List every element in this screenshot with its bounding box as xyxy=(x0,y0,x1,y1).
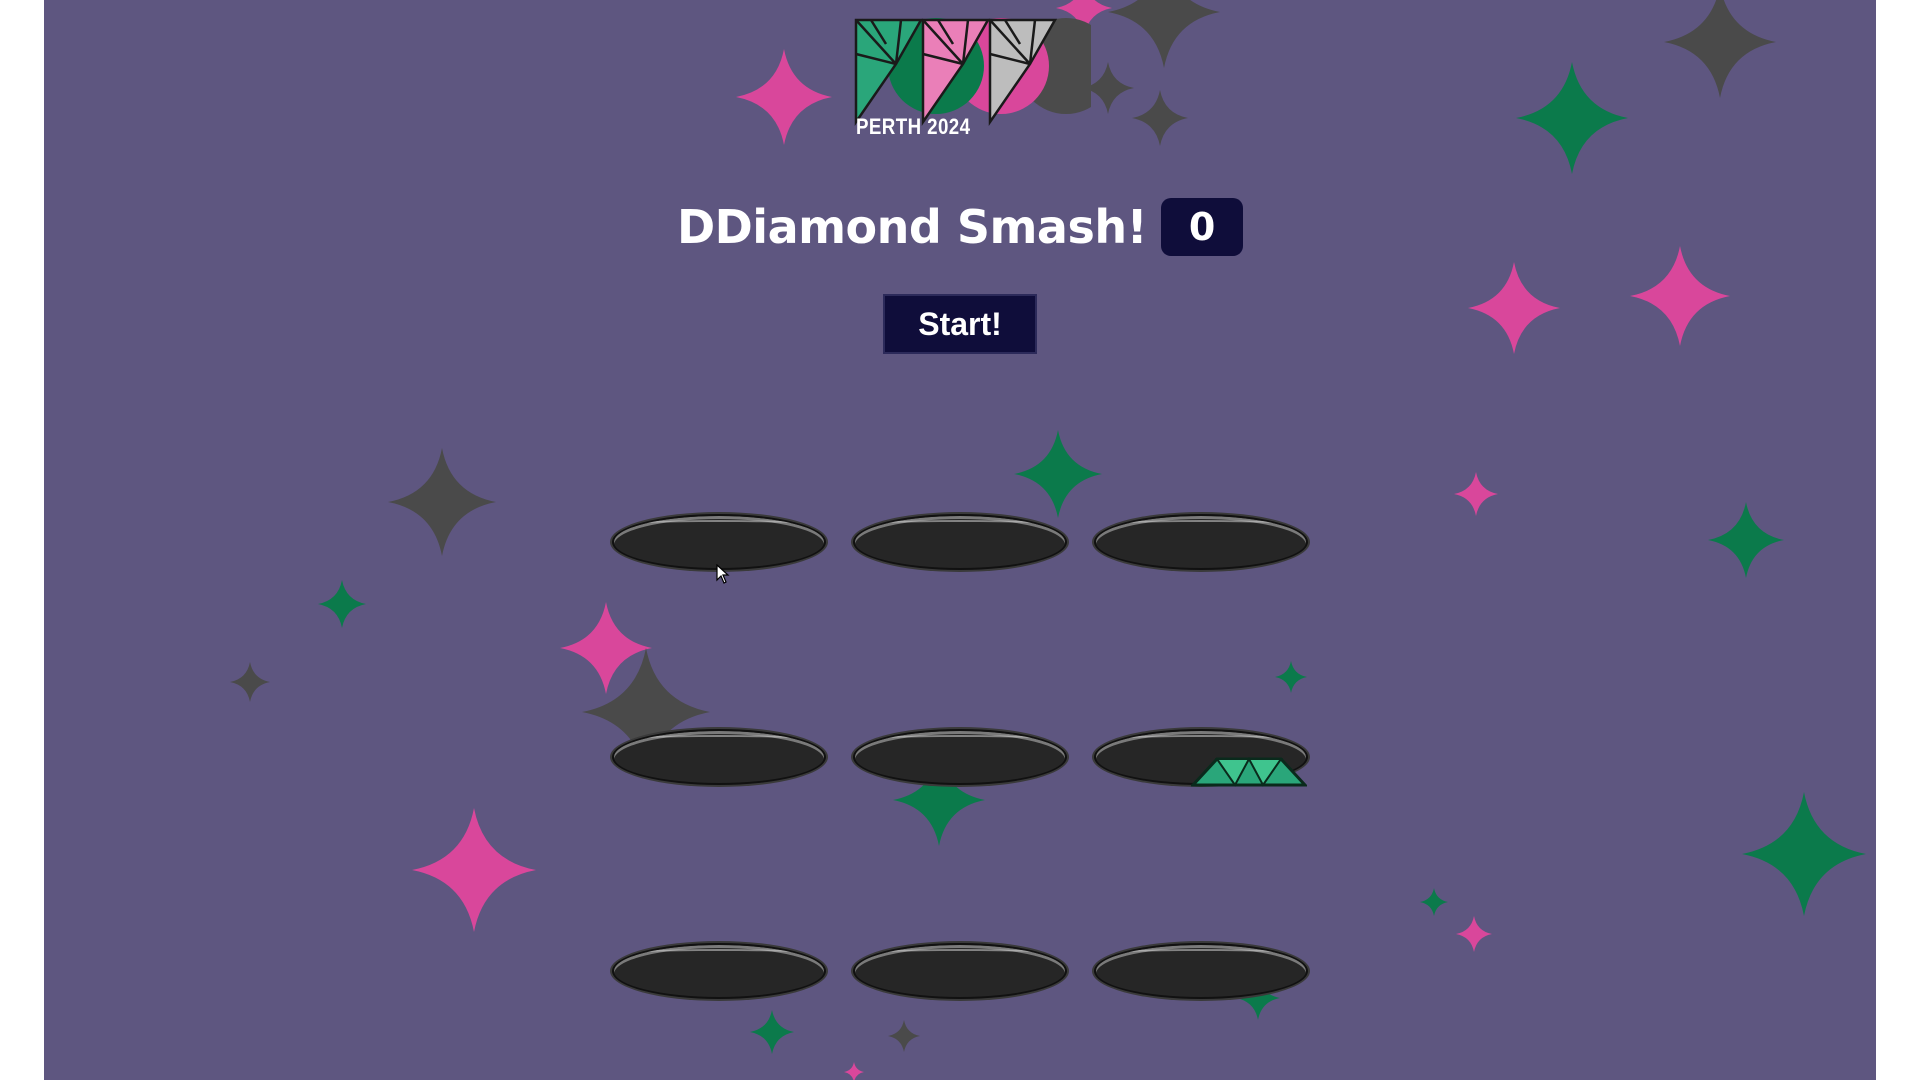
hole-r1-c3[interactable] xyxy=(1094,514,1308,570)
mouse-cursor-icon xyxy=(716,564,730,584)
sparkle-star-icon xyxy=(1516,62,1628,174)
hole-r1-c2[interactable] xyxy=(853,514,1067,570)
sparkle-star-icon xyxy=(1275,661,1307,693)
sparkle-star-icon xyxy=(388,448,496,556)
logo-text: PERTH 2024 xyxy=(856,114,971,139)
sparkle-star-icon xyxy=(736,49,832,145)
hole-r1-c1[interactable] xyxy=(612,514,826,570)
hole-r2-c2[interactable] xyxy=(853,729,1067,785)
sparkle-star-icon xyxy=(1132,90,1188,146)
sparkle-star-icon xyxy=(412,808,536,932)
sparkle-star-icon xyxy=(1708,502,1784,578)
game-title: DDiamond Smash! xyxy=(676,200,1148,254)
sparkle-star-icon xyxy=(318,580,366,628)
sparkle-star-icon xyxy=(750,1010,794,1054)
sparkle-star-icon xyxy=(1468,262,1560,354)
hole-r2-c1[interactable] xyxy=(612,729,826,785)
sparkle-star-icon xyxy=(1664,0,1776,98)
sparkle-star-icon xyxy=(1456,916,1492,952)
sparkle-star-icon xyxy=(1630,246,1730,346)
sparkle-star-icon xyxy=(888,1020,920,1052)
game-stage: PERTH 2024 DDiamond Smash! 0 Start! xyxy=(44,0,1876,1080)
hole-r3-c1[interactable] xyxy=(612,943,826,999)
sparkle-star-icon xyxy=(1108,0,1220,68)
hole-r3-c3[interactable] xyxy=(1094,943,1308,999)
sparkle-star-icon xyxy=(1742,792,1866,916)
diamond-gem-icon[interactable] xyxy=(1191,755,1307,787)
sparkle-star-icon xyxy=(1420,888,1448,916)
title-row: DDiamond Smash! 0 xyxy=(44,198,1876,256)
sparkle-star-icon xyxy=(1014,430,1102,518)
start-button[interactable]: Start! xyxy=(883,294,1037,354)
sparkle-star-icon xyxy=(844,1062,864,1080)
hole-r3-c2[interactable] xyxy=(853,943,1067,999)
score-badge: 0 xyxy=(1161,198,1244,256)
sparkle-star-icon xyxy=(230,662,270,702)
sparkle-star-icon xyxy=(1454,472,1498,516)
